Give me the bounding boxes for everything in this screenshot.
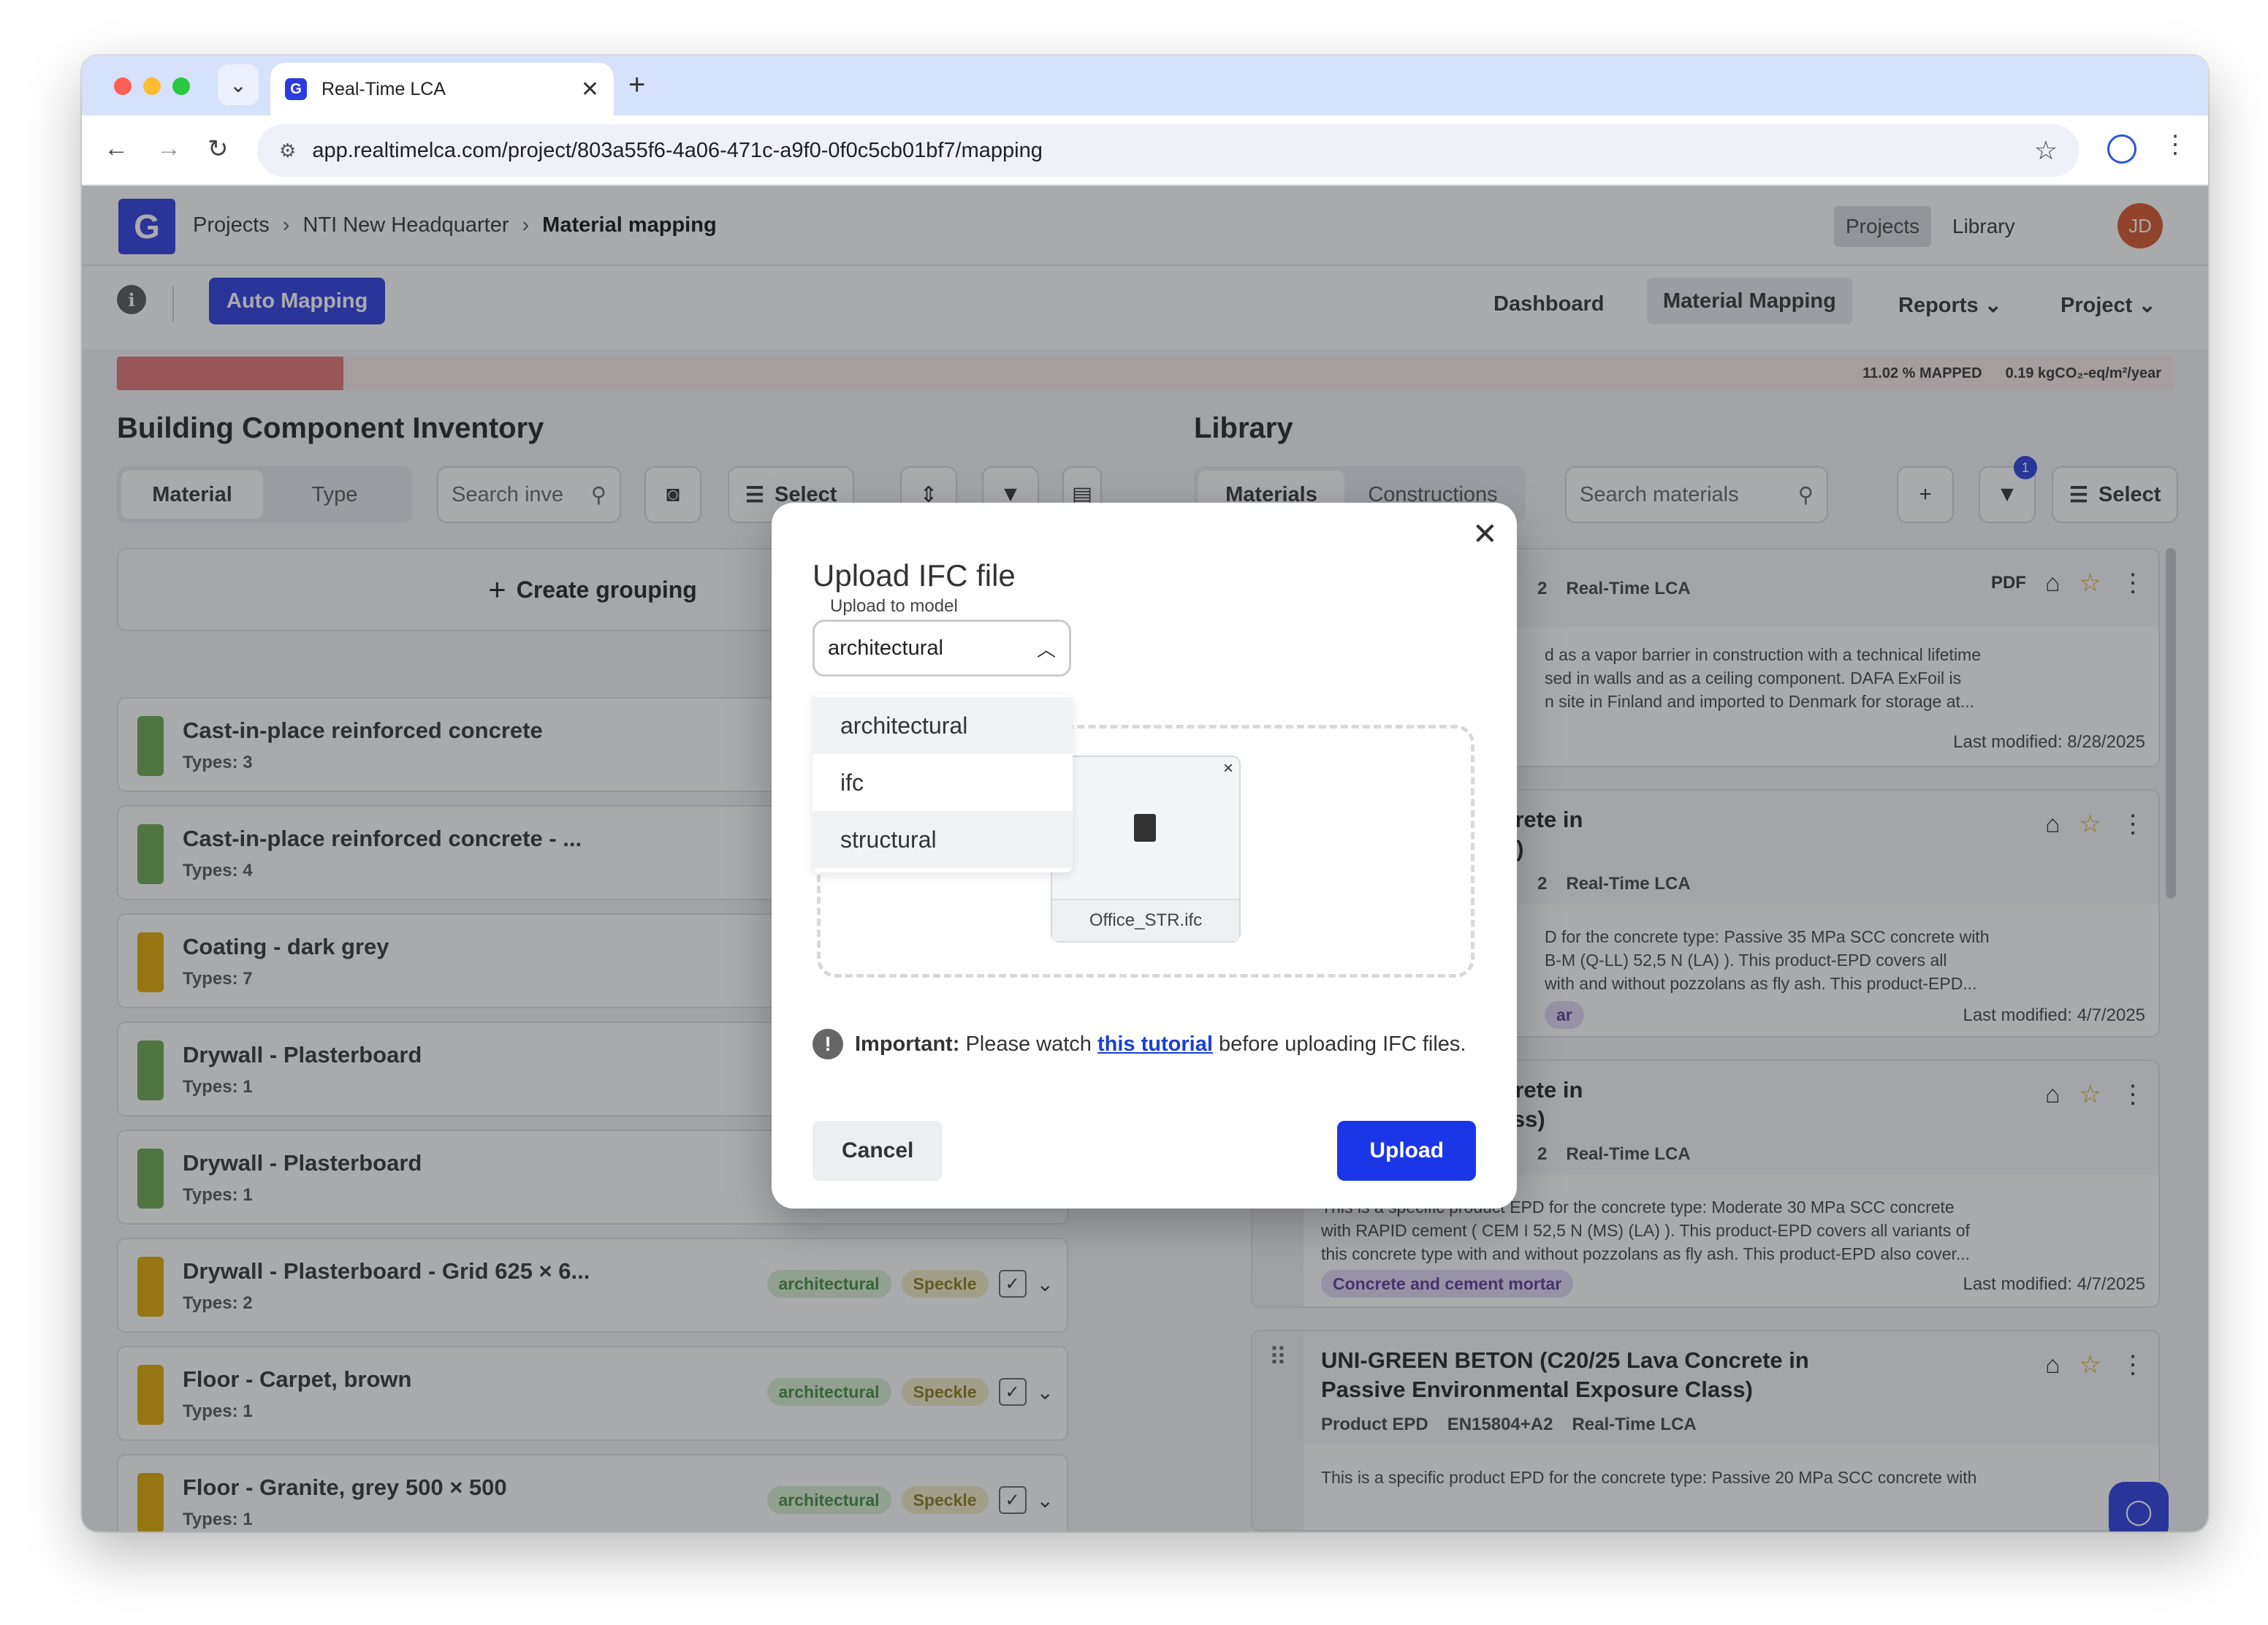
new-tab-icon[interactable]: + bbox=[628, 69, 645, 102]
modal-title: Upload IFC file bbox=[813, 558, 1016, 593]
chevron-up-icon: ︿ bbox=[1036, 638, 1056, 661]
address-bar-row: ← → ↻ ⚙ app.realtimelca.com/project/803a… bbox=[82, 115, 2208, 186]
file-name: Office_STR.ifc bbox=[1052, 899, 1239, 941]
file-icon bbox=[1134, 814, 1156, 842]
tab-search-chevron-icon[interactable]: ⌄ bbox=[218, 64, 259, 105]
close-window-icon[interactable] bbox=[114, 77, 132, 95]
important-note: ! Important: Please watch this tutorial … bbox=[813, 1029, 1466, 1059]
url-text: app.realtimelca.com/project/803a55f6-4a0… bbox=[312, 138, 1043, 162]
close-tab-icon[interactable]: ✕ bbox=[581, 77, 599, 102]
upload-button[interactable]: Upload bbox=[1337, 1121, 1476, 1181]
browser-menu-icon[interactable]: ⋮ bbox=[2163, 130, 2188, 159]
file-tile: × Office_STR.ifc bbox=[1051, 756, 1241, 943]
tutorial-link[interactable]: this tutorial bbox=[1097, 1032, 1213, 1056]
browser-tab[interactable]: G Real-Time LCA ✕ bbox=[270, 63, 614, 115]
remove-file-icon[interactable]: × bbox=[1223, 758, 1233, 779]
note-bold: Important: bbox=[855, 1032, 960, 1056]
minimize-window-icon[interactable] bbox=[143, 77, 161, 95]
address-bar[interactable]: ⚙ app.realtimelca.com/project/803a55f6-4… bbox=[257, 124, 2079, 177]
back-icon[interactable]: ← bbox=[104, 134, 129, 163]
option-ifc[interactable]: ifc bbox=[813, 754, 1073, 811]
maximize-window-icon[interactable] bbox=[172, 77, 190, 95]
bookmark-star-icon[interactable]: ☆ bbox=[2034, 135, 2058, 166]
tab-title: Real-Time LCA bbox=[321, 78, 446, 99]
note-pre: Please watch bbox=[965, 1032, 1092, 1056]
alert-icon: ! bbox=[813, 1029, 843, 1059]
option-structural[interactable]: structural bbox=[813, 811, 1073, 868]
tab-strip: ⌄ G Real-Time LCA ✕ + bbox=[82, 56, 2208, 115]
model-select-label: Upload to model bbox=[830, 596, 958, 616]
favicon-icon: G bbox=[285, 78, 307, 100]
note-post: before uploading IFC files. bbox=[1218, 1032, 1466, 1056]
browser-window: ⌄ G Real-Time LCA ✕ + ← → ↻ ⚙ app.realti… bbox=[82, 56, 2208, 1531]
site-settings-icon[interactable]: ⚙ bbox=[279, 140, 296, 162]
cancel-button[interactable]: Cancel bbox=[813, 1121, 943, 1181]
model-select-value: architectural bbox=[828, 636, 943, 660]
option-architectural[interactable]: architectural bbox=[813, 697, 1073, 754]
model-select[interactable]: architectural ︿ bbox=[813, 620, 1071, 677]
profile-icon[interactable] bbox=[2107, 134, 2136, 164]
forward-icon[interactable]: → bbox=[156, 134, 181, 163]
close-icon[interactable]: ✕ bbox=[1472, 516, 1498, 552]
model-dropdown-menu: architectural ifc structural bbox=[813, 694, 1073, 872]
upload-ifc-modal: ✕ Upload IFC file Upload to model archit… bbox=[772, 503, 1517, 1209]
reload-icon[interactable]: ↻ bbox=[208, 134, 229, 164]
